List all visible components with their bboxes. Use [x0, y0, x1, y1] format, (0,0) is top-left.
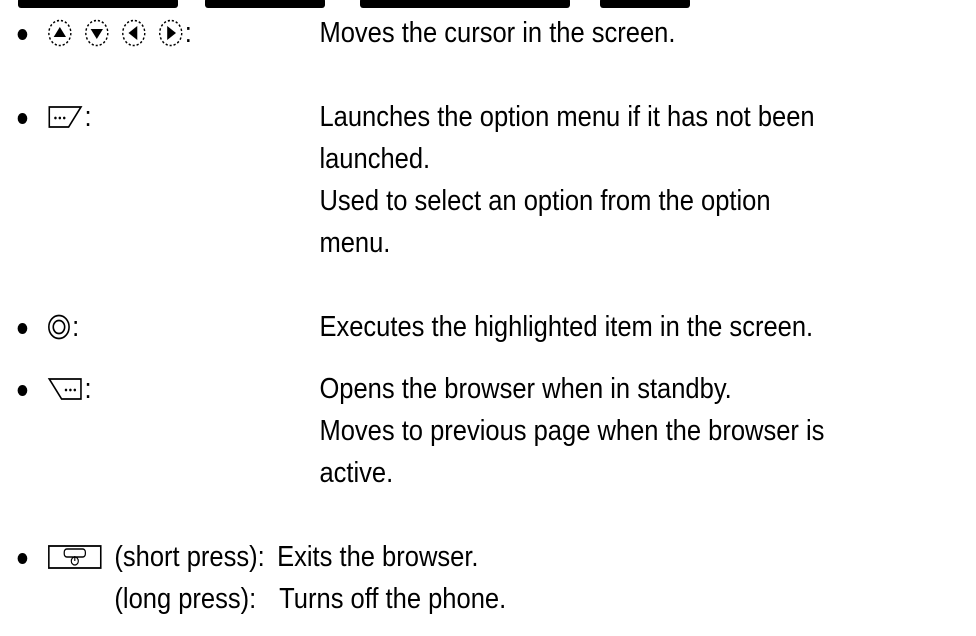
down-arrow-key-icon	[84, 19, 109, 47]
description-line: Launches the option menu if it has not b…	[319, 101, 815, 133]
key-icons: :	[48, 16, 192, 50]
key-description: Moves the cursor in the screen.	[319, 12, 675, 54]
description-line: active.	[319, 457, 394, 489]
key-icons: :	[48, 100, 92, 134]
bullet	[17, 385, 28, 396]
key-description: Launches the option menu if it has not b…	[319, 96, 814, 264]
key-colon: :	[184, 17, 192, 49]
bullet	[17, 29, 28, 40]
key-colon: :	[84, 101, 92, 133]
key-icons: :	[47, 372, 92, 406]
bullet	[17, 113, 28, 124]
left-arrow-key-icon	[121, 19, 146, 47]
bullet	[17, 553, 28, 564]
description-line: Moves to previous page when the browser …	[319, 415, 825, 447]
description-line: launched.	[319, 143, 431, 175]
short-press-label: (short press):	[114, 541, 265, 573]
key-description: Executes the highlighted item in the scr…	[319, 306, 813, 348]
description-line: Used to select an option from the option	[319, 185, 771, 217]
clipped-heading	[0, 0, 976, 8]
manual-page: : Moves the cursor in the screen. : Laun…	[0, 0, 976, 636]
end-power-key-icon	[48, 544, 103, 570]
long-press-label: (long press):	[114, 583, 257, 615]
description-line: menu.	[319, 227, 391, 259]
browser-key-icon	[47, 375, 83, 403]
short-press-description: Exits the browser.	[277, 541, 479, 573]
option-menu-key-icon	[48, 103, 83, 131]
key-colon: :	[72, 311, 80, 343]
description-line: Executes the highlighted item in the scr…	[319, 311, 814, 343]
center-select-key-icon	[48, 314, 71, 340]
key-colon: :	[84, 373, 92, 405]
description-line: Opens the browser when in standby.	[319, 373, 732, 405]
bullet	[17, 323, 28, 334]
right-arrow-key-icon	[158, 19, 183, 47]
long-press-description: Turns off the phone.	[279, 583, 507, 615]
key-icons: :	[48, 310, 79, 344]
description-line: Moves the cursor in the screen.	[319, 17, 676, 49]
key-description: Opens the browser when in standby. Moves…	[319, 368, 824, 494]
up-arrow-key-icon	[48, 19, 73, 47]
